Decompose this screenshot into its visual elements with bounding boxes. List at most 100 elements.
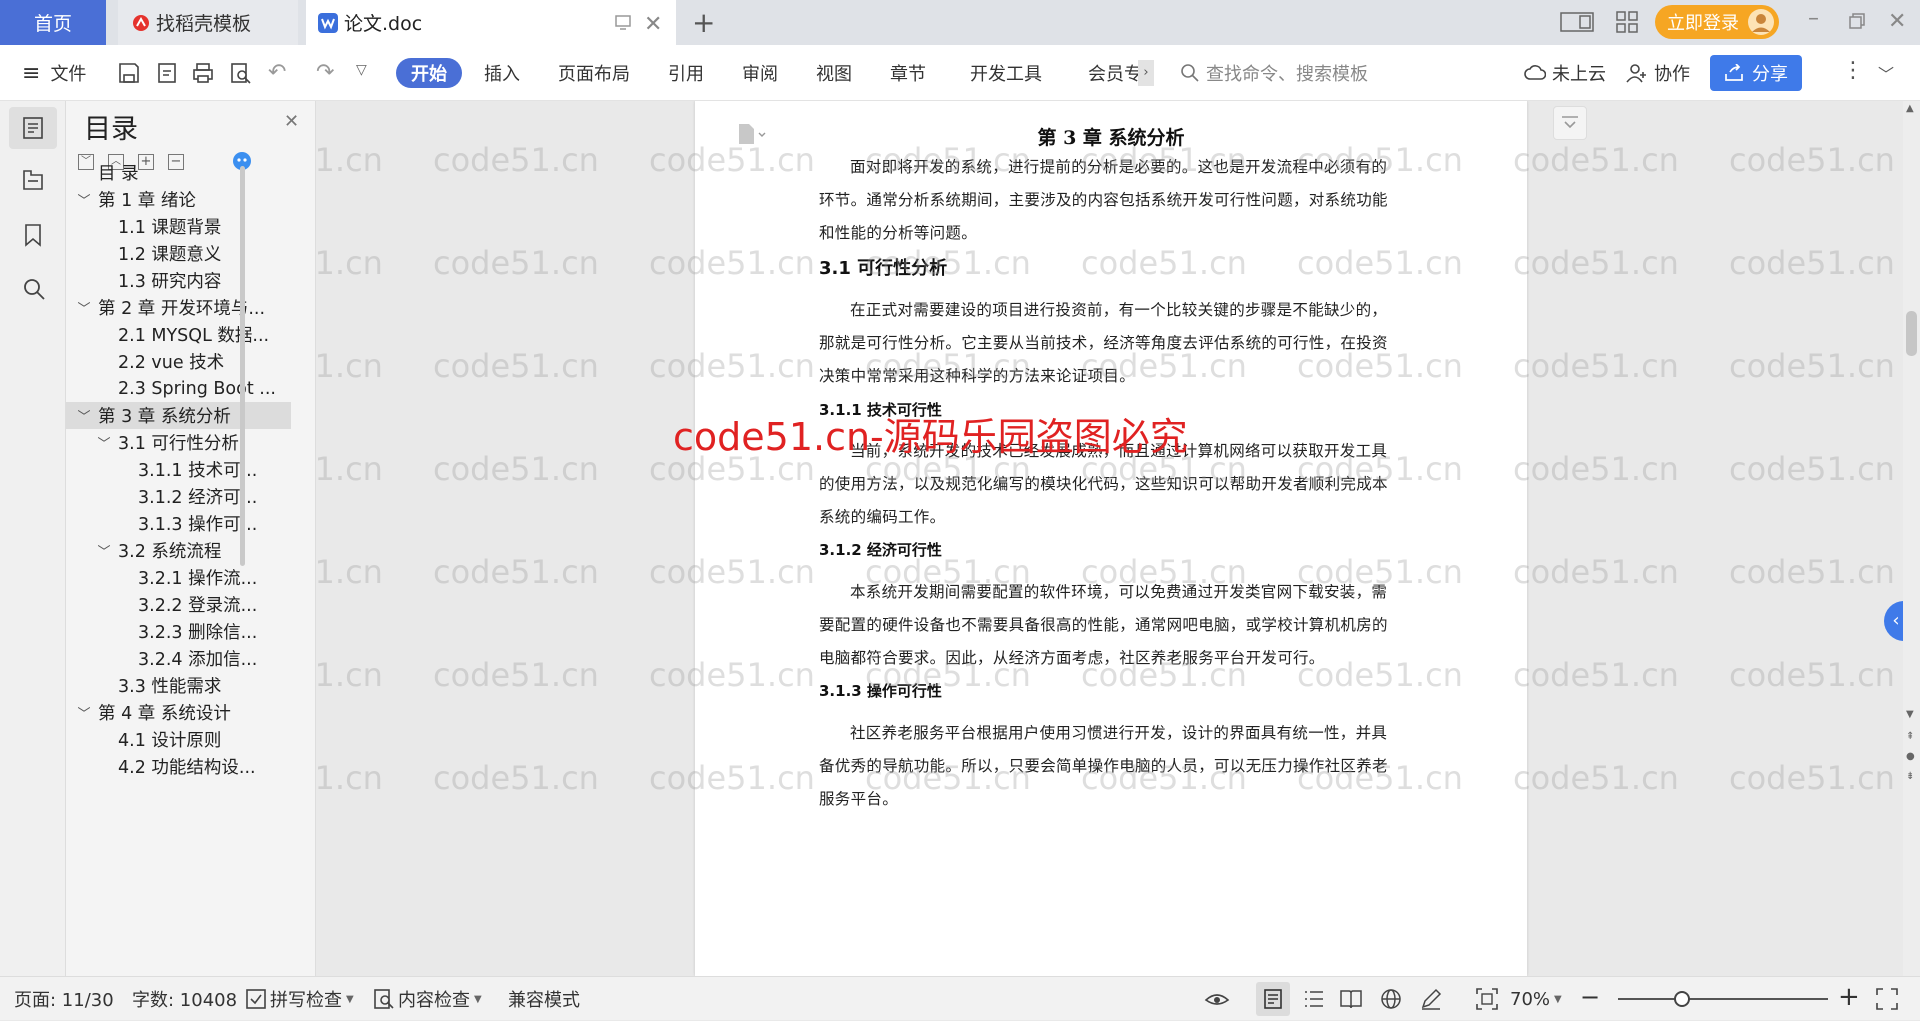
- select-browse-object-icon[interactable]: ●: [1906, 751, 1915, 762]
- close-panel-icon[interactable]: ✕: [284, 111, 299, 132]
- minimize-icon[interactable]: –: [1808, 6, 1819, 31]
- page-view-button[interactable]: [1256, 982, 1290, 1016]
- zoom-out-icon[interactable]: −: [1580, 983, 1600, 1011]
- print-preview-icon[interactable]: [230, 62, 252, 84]
- toc-item[interactable]: ﹀ 第 1 章 绪论: [66, 186, 291, 213]
- word-count[interactable]: 字数: 10408: [132, 977, 237, 1021]
- previous-page-icon[interactable]: ⇞: [1906, 731, 1914, 742]
- print-icon[interactable]: [192, 62, 214, 84]
- chevron-down-icon[interactable]: ﹀: [76, 406, 92, 425]
- chevron-down-icon[interactable]: ﹀: [96, 541, 112, 560]
- tab-template[interactable]: 找稻壳模板: [118, 0, 298, 45]
- tab-document[interactable]: 论文.doc ✕: [306, 0, 676, 45]
- ribbon-tab-developer[interactable]: 开发工具: [970, 45, 1042, 101]
- toc-item[interactable]: 3.2.1 操作流...: [66, 564, 291, 591]
- toc-item[interactable]: ﹀ 第 2 章 开发环境与...: [66, 294, 291, 321]
- toc-item[interactable]: 3.1.1 技术可...: [66, 456, 291, 483]
- zoom-dropdown[interactable]: 70% ▼: [1510, 977, 1562, 1021]
- restore-icon[interactable]: [1848, 12, 1866, 30]
- close-window-icon[interactable]: ✕: [1888, 9, 1906, 34]
- eye-protection-icon[interactable]: [1204, 988, 1230, 1010]
- collapse-ribbon-icon[interactable]: ﹀: [1878, 61, 1894, 85]
- chevron-down-icon[interactable]: ﹀: [76, 190, 92, 209]
- share-button[interactable]: 分享: [1710, 55, 1802, 91]
- collaborate-label: 协作: [1654, 64, 1690, 85]
- toc-item[interactable]: 3.1.3 操作可...: [66, 510, 291, 537]
- toc-item[interactable]: 1.1 课题背景: [66, 213, 291, 240]
- toc-panel-button[interactable]: [9, 107, 57, 149]
- ribbon-tab-chapter[interactable]: 章节: [890, 45, 926, 101]
- command-search[interactable]: 查找命令、搜索模板: [1180, 45, 1368, 101]
- toc-item[interactable]: 2.3 Spring Boot ...: [66, 375, 291, 402]
- toc-item[interactable]: 4.2 功能结构设...: [66, 753, 291, 780]
- save-icon[interactable]: [118, 62, 140, 84]
- window-float-icon[interactable]: [614, 13, 632, 31]
- chevron-down-icon[interactable]: ﹀: [76, 703, 92, 722]
- toc-item[interactable]: ﹀ 第 3 章 系统分析: [66, 402, 291, 429]
- pen-annotate-icon[interactable]: [1420, 988, 1442, 1010]
- side-panel-toggle-icon[interactable]: ‹: [1884, 601, 1903, 641]
- toc-item[interactable]: 2.1 MYSQL 数据...: [66, 321, 291, 348]
- ribbon-tab-insert[interactable]: 插入: [484, 45, 520, 101]
- ribbon-tab-home[interactable]: 开始: [396, 58, 462, 88]
- scrollbar-thumb[interactable]: [1906, 311, 1917, 356]
- toc-item-label: 3.1 可行性分析: [118, 434, 239, 454]
- ribbon-tab-view[interactable]: 视图: [816, 45, 852, 101]
- export-pdf-icon[interactable]: [156, 62, 178, 84]
- toc-item[interactable]: ﹀ 第 4 章 系统设计: [66, 699, 291, 726]
- collaborate-button[interactable]: 协作: [1626, 45, 1690, 101]
- redo-icon[interactable]: ↷: [316, 60, 334, 85]
- apps-grid-icon[interactable]: [1616, 11, 1638, 33]
- content-check-button[interactable]: 内容检查 ▼: [374, 977, 482, 1021]
- next-page-icon[interactable]: ⇟: [1906, 771, 1914, 782]
- zoom-slider[interactable]: [1618, 998, 1828, 1000]
- new-tab-icon[interactable]: +: [692, 6, 715, 39]
- tab-home[interactable]: 首页: [0, 0, 106, 45]
- toc-item[interactable]: 3.2.2 登录流...: [66, 591, 291, 618]
- bookmark-icon[interactable]: [22, 223, 44, 247]
- web-view-icon[interactable]: [1380, 988, 1402, 1010]
- ribbon-tab-member[interactable]: 会员专: [1088, 45, 1144, 101]
- toc-item[interactable]: 1.3 研究内容: [66, 267, 291, 294]
- chapter-navigation-icon[interactable]: [22, 169, 44, 191]
- scroll-up-icon[interactable]: ▲: [1906, 103, 1914, 114]
- toc-item[interactable]: 1.2 课题意义: [66, 240, 291, 267]
- fullscreen-icon[interactable]: [1876, 988, 1898, 1010]
- ribbon-tab-references[interactable]: 引用: [668, 45, 704, 101]
- ribbon-tab-page-layout[interactable]: 页面布局: [558, 45, 630, 101]
- chevron-down-icon[interactable]: ﹀: [96, 433, 112, 452]
- more-options-icon[interactable]: ⋮: [1842, 58, 1864, 83]
- outline-view-icon[interactable]: [1304, 989, 1324, 1009]
- page-indicator[interactable]: 页面: 11/30: [14, 977, 114, 1021]
- vertical-scrollbar[interactable]: ▲ ▼ ⇞ ● ⇟: [1903, 101, 1920, 976]
- quick-access-dropdown-icon[interactable]: ▽: [356, 62, 367, 78]
- toc-item[interactable]: ﹀ 3.2 系统流程: [66, 537, 291, 564]
- file-menu-button[interactable]: ≡ 文件: [22, 45, 86, 101]
- zoom-slider-thumb[interactable]: [1674, 991, 1690, 1007]
- toc-item[interactable]: 3.1.2 经济可...: [66, 483, 291, 510]
- layout-icon[interactable]: [1560, 11, 1594, 33]
- find-icon[interactable]: [22, 277, 46, 301]
- scroll-down-icon[interactable]: ▼: [1906, 709, 1914, 720]
- undo-icon[interactable]: ↶: [268, 60, 286, 85]
- comment-panel-icon[interactable]: [1553, 106, 1587, 140]
- zoom-in-icon[interactable]: +: [1838, 982, 1860, 1012]
- toc-item[interactable]: ﹀ 3.1 可行性分析: [66, 429, 291, 456]
- close-tab-icon[interactable]: ✕: [644, 12, 662, 37]
- toc-scrollbar[interactable]: [240, 166, 245, 566]
- ribbon-tab-review[interactable]: 审阅: [742, 45, 778, 101]
- toc-item[interactable]: 2.2 vue 技术: [66, 348, 291, 375]
- reading-view-icon[interactable]: [1340, 989, 1362, 1009]
- toc-item[interactable]: 3.3 性能需求: [66, 672, 291, 699]
- toc-item[interactable]: 4.1 设计原则: [66, 726, 291, 753]
- document-page[interactable]: 第 3 章 系统分析 面对即将开发的系统，进行提前的分析是必要的。这也是开发流程…: [695, 101, 1527, 976]
- login-button[interactable]: 立即登录: [1655, 5, 1779, 39]
- spell-check-button[interactable]: 拼写检查 ▼: [246, 977, 354, 1021]
- cloud-status-button[interactable]: 未上云: [1524, 45, 1606, 101]
- toc-item[interactable]: 目 录: [66, 159, 291, 186]
- toc-item[interactable]: 3.2.3 删除信...: [66, 618, 291, 645]
- fit-page-icon[interactable]: [1476, 988, 1498, 1010]
- toc-item[interactable]: 3.2.4 添加信...: [66, 645, 291, 672]
- chevron-down-icon[interactable]: ﹀: [76, 298, 92, 317]
- ribbon-scroll-right-icon[interactable]: ›: [1138, 60, 1154, 86]
